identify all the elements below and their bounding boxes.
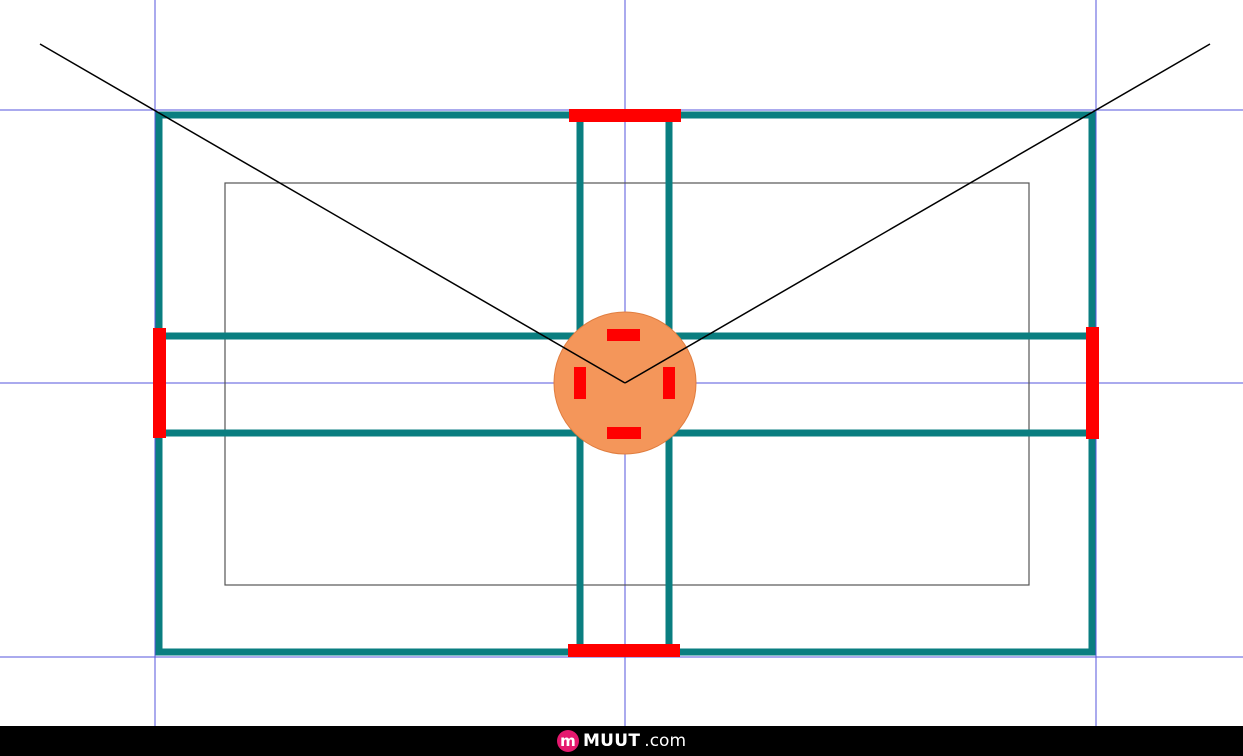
ray-left [39,43,626,384]
connector-top [569,109,681,122]
connector-hub-right [663,367,675,399]
connector-bottom [568,644,680,657]
diagram-canvas [0,0,1243,726]
footer-bar: m MUUT .com [0,726,1243,756]
connector-hub-left [574,367,586,399]
brand-logo-icon: m [556,730,579,752]
connector-hub-bottom [607,427,641,439]
brand-name: MUUT [582,731,641,751]
brand-domain: .com [644,731,687,751]
brand-link[interactable]: m MUUT .com [556,730,687,752]
connector-left [153,328,166,438]
connector-right [1086,327,1099,439]
connector-hub-top [607,329,640,341]
ray-right [624,43,1211,384]
